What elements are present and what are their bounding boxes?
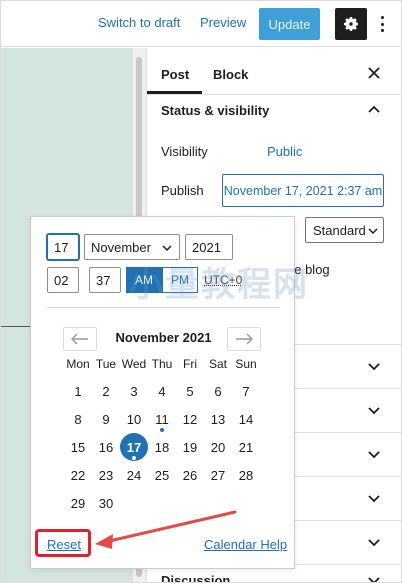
editor-window: Switch to draft Preview Update Post Bloc… bbox=[0, 0, 402, 583]
watermark: 小量教程网 bbox=[129, 265, 309, 305]
